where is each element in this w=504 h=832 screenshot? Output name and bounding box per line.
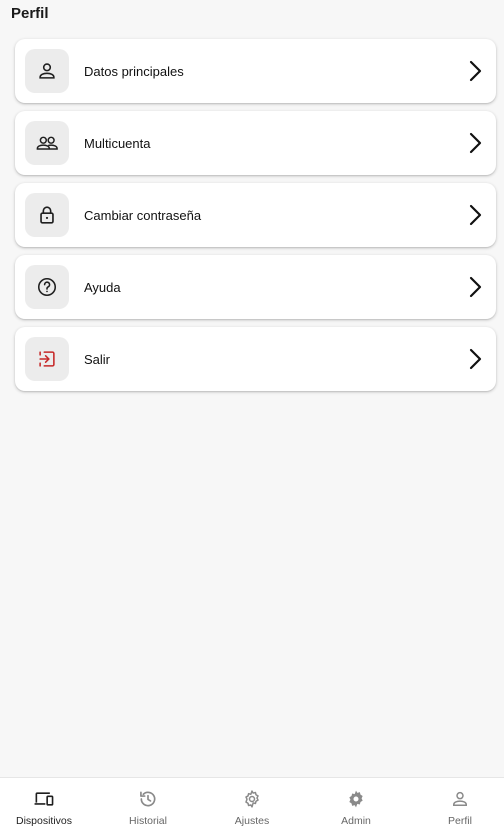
chevron-right-icon	[468, 275, 482, 299]
chevron-right-icon	[468, 203, 482, 227]
menu-item-label: Salir	[84, 351, 111, 367]
gear-filled-icon	[346, 789, 366, 809]
nav-item-dispositivos[interactable]: Dispositivos	[6, 778, 82, 832]
nav-label: Admin	[341, 815, 371, 827]
chevron-right-icon	[468, 347, 482, 371]
gear-outline-icon	[242, 789, 262, 809]
person-icon	[25, 49, 69, 93]
menu-item-cambiar-contrasena[interactable]: Cambiar contraseña	[15, 183, 496, 247]
page-title: Perfil	[11, 5, 49, 22]
chevron-right-icon	[468, 59, 482, 83]
bottom-navigation: Dispositivos Historial Ajustes Admin Per…	[0, 777, 504, 832]
menu-item-label: Cambiar contraseña	[84, 207, 202, 223]
nav-label: Perfil	[448, 815, 472, 827]
nav-item-admin[interactable]: Admin	[318, 778, 394, 832]
chevron-right-icon	[468, 131, 482, 155]
nav-item-historial[interactable]: Historial	[110, 778, 186, 832]
menu-item-ayuda[interactable]: Ayuda	[15, 255, 496, 319]
history-icon	[138, 789, 158, 809]
people-icon	[25, 121, 69, 165]
nav-label: Ajustes	[234, 815, 270, 827]
nav-label: Historial	[129, 815, 167, 827]
nav-label: Dispositivos	[15, 815, 73, 827]
menu-item-label: Multicuenta	[84, 135, 151, 151]
menu-item-datos-principales[interactable]: Datos principales	[15, 39, 496, 103]
nav-item-perfil[interactable]: Perfil	[422, 778, 498, 832]
nav-item-ajustes[interactable]: Ajustes	[214, 778, 290, 832]
help-circle-icon	[25, 265, 69, 309]
lock-icon	[25, 193, 69, 237]
menu-item-salir[interactable]: Salir	[15, 327, 496, 391]
logout-icon	[25, 337, 69, 381]
person-icon	[450, 789, 470, 809]
menu-item-label: Ayuda	[84, 279, 121, 295]
profile-menu: Datos principales Multicuenta Cambiar co…	[15, 39, 496, 399]
menu-item-label: Datos principales	[84, 63, 184, 79]
devices-icon	[33, 789, 55, 809]
menu-item-multicuenta[interactable]: Multicuenta	[15, 111, 496, 175]
